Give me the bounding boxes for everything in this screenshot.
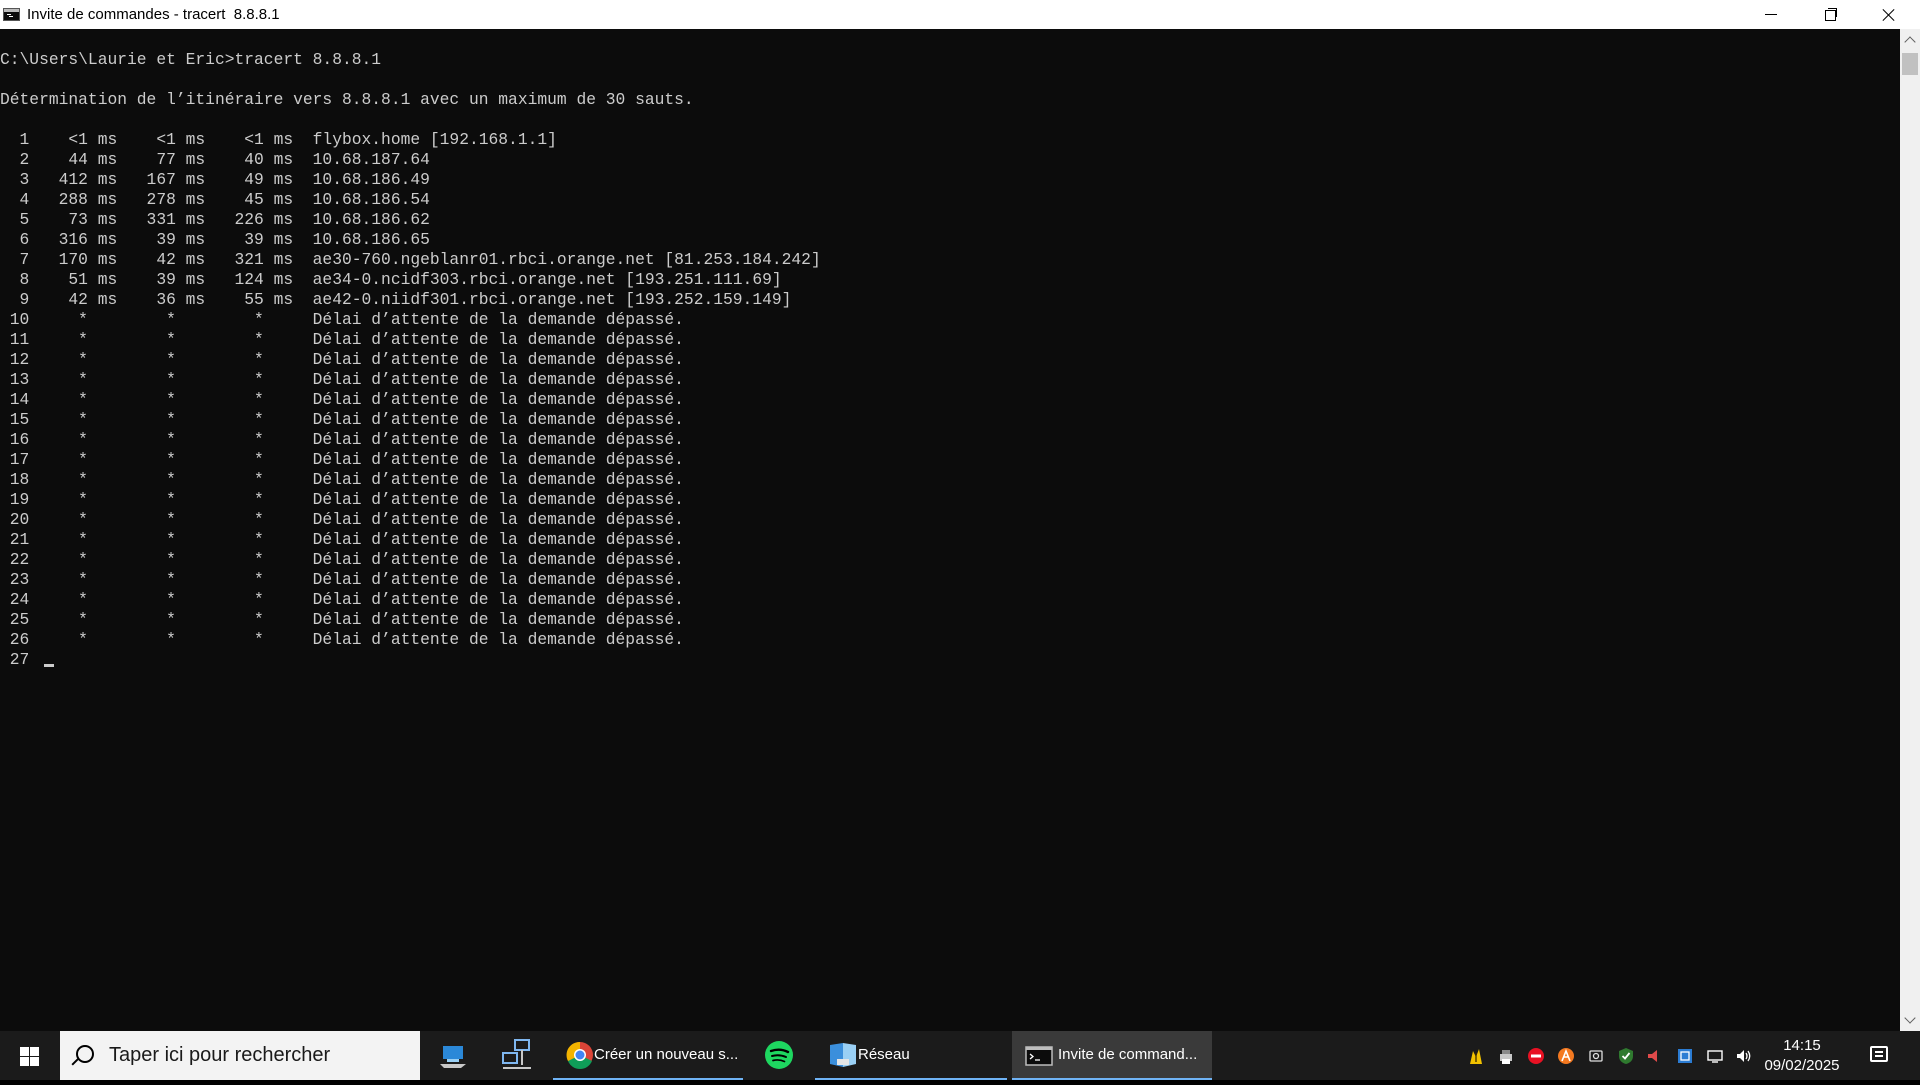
network-adapter-icon[interactable]: [1676, 1047, 1694, 1065]
hop-line: 24 * * * Délai d’attente de la demande d…: [0, 590, 684, 609]
hop-line: 19 * * * Délai d’attente de la demande d…: [0, 490, 684, 509]
taskbar: Taper ici pour rechercher Créer un nouve…: [0, 1031, 1920, 1080]
speaker-muted-icon[interactable]: [1645, 1047, 1663, 1065]
hop-line: 26 * * * Délai d’attente de la demande d…: [0, 630, 684, 649]
window-title: Invite de commandes - tracert 8.8.8.1: [27, 6, 280, 23]
hop-line: 27: [0, 650, 30, 669]
start-button[interactable]: [0, 1031, 60, 1080]
scrollbar-thumb[interactable]: [1902, 53, 1918, 75]
search-icon: [76, 1045, 94, 1063]
hop-line: 23 * * * Délai d’attente de la demande d…: [0, 570, 684, 589]
hop-line: 3 412 ms 167 ms 49 ms 10.68.186.49: [0, 170, 430, 189]
command-line: C:\Users\Laurie et Eric>tracert 8.8.8.1: [0, 50, 382, 69]
task-chrome-label: Créer un nouveau s...: [594, 1046, 739, 1063]
task-spotify[interactable]: [755, 1031, 805, 1080]
spotify-icon: [765, 1041, 793, 1069]
hop-line: 22 * * * Délai d’attente de la demande d…: [0, 550, 684, 569]
hop-line: 14 * * * Délai d’attente de la demande d…: [0, 390, 684, 409]
network-folder-icon: [830, 1043, 856, 1067]
hop-line: 5 73 ms 331 ms 226 ms 10.68.186.62: [0, 210, 430, 229]
restore-button[interactable]: [1799, 0, 1857, 29]
hop-line: 17 * * * Délai d’attente de la demande d…: [0, 450, 684, 469]
remote-desktop-icon: [440, 1046, 466, 1068]
hop-line: 13 * * * Délai d’attente de la demande d…: [0, 370, 684, 389]
vertical-scrollbar[interactable]: [1900, 29, 1920, 1031]
hop-line: 25 * * * Délai d’attente de la demande d…: [0, 610, 684, 629]
task-cmd-label: Invite de command...: [1058, 1046, 1198, 1063]
title-bar[interactable]: Invite de commandes - tracert 8.8.8.1: [0, 0, 1920, 29]
task-reseau[interactable]: Réseau: [815, 1031, 1007, 1080]
hop-line: 2 44 ms 77 ms 40 ms 10.68.187.64: [0, 150, 430, 169]
scroll-up-arrow[interactable]: [1903, 33, 1917, 48]
windows-security-icon[interactable]: [1617, 1047, 1635, 1065]
pinned-app-remote-desktop[interactable]: [430, 1031, 480, 1080]
cmd-app-icon[interactable]: [3, 8, 20, 21]
notification-center-icon[interactable]: [1870, 1046, 1888, 1062]
search-placeholder: Taper ici pour rechercher: [109, 1044, 331, 1066]
close-button[interactable]: [1857, 0, 1920, 29]
console-area[interactable]: C:\Users\Laurie et Eric>tracert 8.8.8.1 …: [0, 29, 1900, 1031]
hop-line: 4 288 ms 278 ms 45 ms 10.68.186.54: [0, 190, 430, 209]
clock-time[interactable]: 14:15: [1762, 1037, 1842, 1054]
network-computers-icon: [502, 1039, 531, 1069]
ethernet-icon[interactable]: [1706, 1047, 1724, 1065]
hop-line: 6 316 ms 39 ms 39 ms 10.68.186.65: [0, 230, 430, 249]
avast-icon[interactable]: [1557, 1047, 1575, 1065]
hop-line: 8 51 ms 39 ms 124 ms ae34-0.ncidf303.rbc…: [0, 270, 782, 289]
task-reseau-label: Réseau: [858, 1046, 910, 1063]
stop-sign-icon[interactable]: [1527, 1047, 1545, 1065]
console-output: C:\Users\Laurie et Eric>tracert 8.8.8.1 …: [0, 50, 821, 670]
hop-line: 21 * * * Délai d’attente de la demande d…: [0, 530, 684, 549]
hop-line: 1 <1 ms <1 ms <1 ms flybox.home [192.168…: [0, 130, 557, 149]
norton-warning-icon[interactable]: [1467, 1047, 1485, 1065]
hop-line: 20 * * * Délai d’attente de la demande d…: [0, 510, 684, 529]
task-chrome[interactable]: Créer un nouveau s...: [553, 1031, 743, 1080]
task-cmd-active[interactable]: Invite de command...: [1012, 1031, 1212, 1080]
minimize-button[interactable]: [1741, 0, 1799, 29]
printer-icon[interactable]: [1497, 1047, 1515, 1065]
scroll-down-arrow[interactable]: [1903, 1012, 1917, 1027]
search-input[interactable]: Taper ici pour rechercher: [60, 1031, 420, 1080]
hop-line: 18 * * * Délai d’attente de la demande d…: [0, 470, 684, 489]
webcam-icon[interactable]: [1587, 1047, 1605, 1065]
hop-line: 9 42 ms 36 ms 55 ms ae42-0.niidf301.rbci…: [0, 290, 792, 309]
pinned-app-network[interactable]: [493, 1031, 543, 1080]
trace-heading: Détermination de l’itinéraire vers 8.8.8…: [0, 90, 694, 109]
text-cursor: [44, 664, 54, 667]
hop-line: 12 * * * Délai d’attente de la demande d…: [0, 350, 684, 369]
hop-line: 15 * * * Délai d’attente de la demande d…: [0, 410, 684, 429]
clock-date[interactable]: 09/02/2025: [1762, 1057, 1842, 1074]
volume-icon[interactable]: [1735, 1047, 1753, 1065]
hop-line: 10 * * * Délai d’attente de la demande d…: [0, 310, 684, 329]
hop-line: 16 * * * Délai d’attente de la demande d…: [0, 430, 684, 449]
hop-line: 11 * * * Délai d’attente de la demande d…: [0, 330, 684, 349]
hop-line: 7 170 ms 42 ms 321 ms ae30-760.ngeblanr0…: [0, 250, 821, 269]
